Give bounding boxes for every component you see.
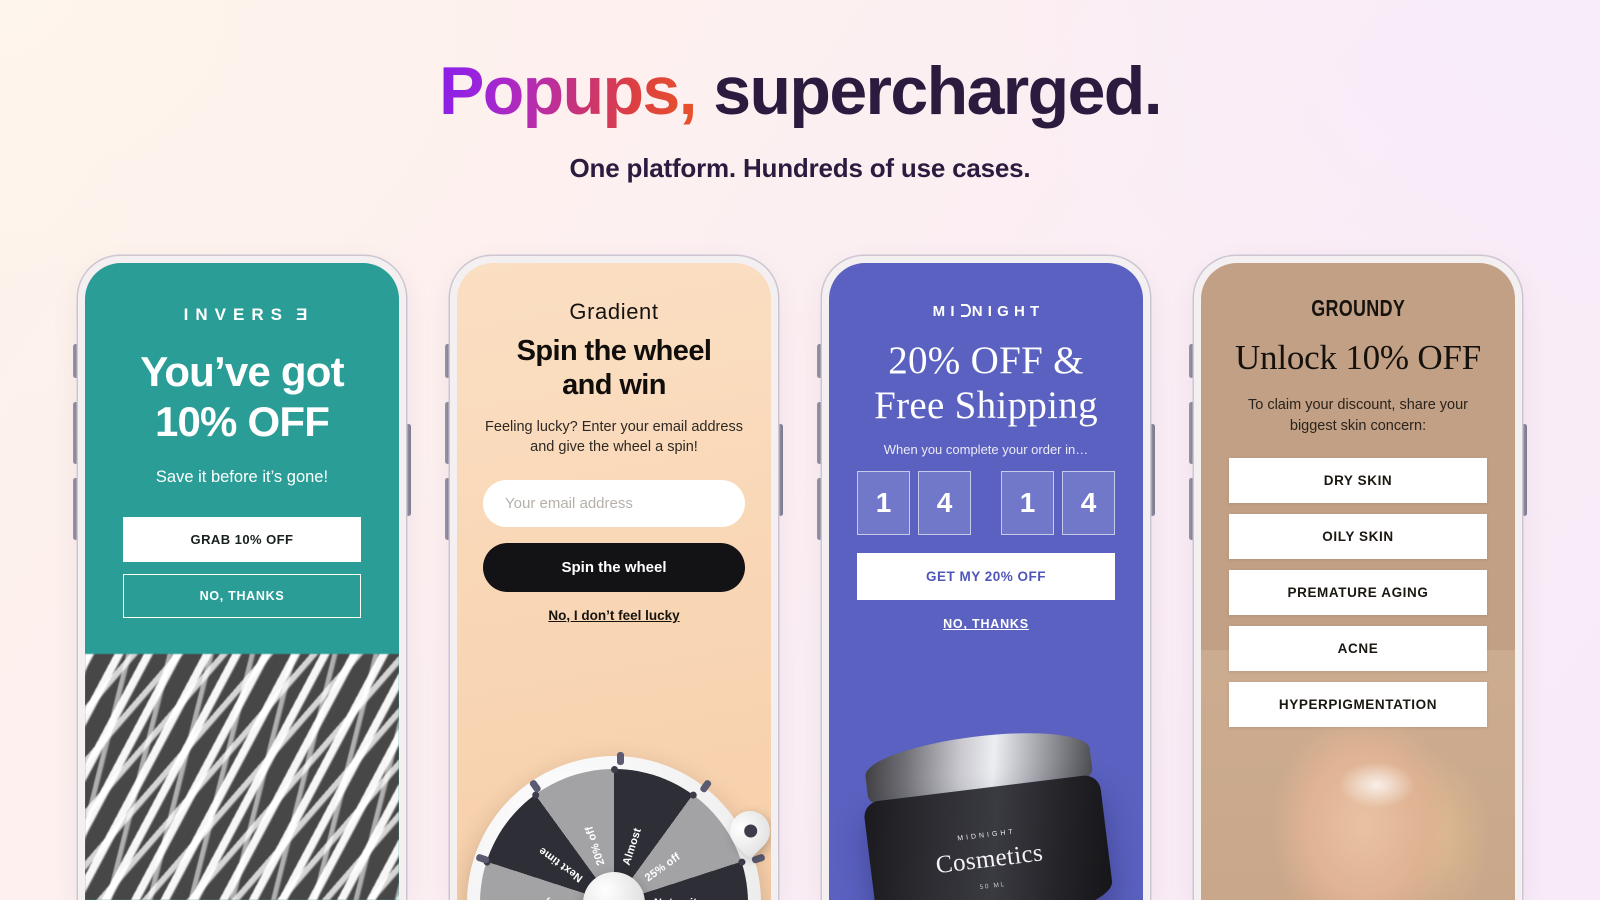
skin-concern-option[interactable]: ACNE: [1229, 626, 1487, 672]
email-input[interactable]: [483, 479, 745, 527]
popup-content: Gradient Spin the wheel and win Feeling …: [457, 263, 771, 623]
palm-shadow-photo: [85, 654, 399, 900]
popup-headline-line2: 10% OFF: [154, 397, 330, 445]
wheel-segment-label: 20% off: [583, 824, 608, 867]
brand-logo-suffix: NIGHT: [971, 303, 1045, 320]
brand-logo: MI NIGHT: [855, 303, 1117, 320]
popup-subtext: Feeling lucky? Enter your email address …: [485, 419, 743, 455]
spin-wheel-button[interactable]: Spin the wheel: [483, 542, 745, 592]
popup-subtext: When you complete your order in…: [883, 442, 1089, 458]
page-root: Popups, supercharged. One platform. Hund…: [0, 0, 1600, 900]
wheel-tick: [699, 778, 713, 794]
wheel-segment-label: Next time: [536, 844, 586, 885]
countdown-digit: 1: [1001, 471, 1054, 536]
phone-mockup-midnight: MI NIGHT 20% OFF & Free Shipping When you…: [817, 256, 1155, 900]
decline-button[interactable]: NO, THANKS: [123, 574, 361, 619]
popup-content: GROUNDY Unlock 10% OFF To claim your dis…: [1201, 263, 1515, 728]
phone-screen: Gradient Spin the wheel and win Feeling …: [457, 263, 771, 900]
popup-headline: Spin the wheel and win: [483, 335, 745, 402]
wheel-segment-label: Almost: [620, 826, 644, 867]
brand-logo-text: INVERS: [183, 305, 289, 324]
countdown-digit: 4: [1062, 471, 1115, 536]
decline-button[interactable]: No, I don’t feel lucky: [548, 608, 679, 623]
page-title: Popups, supercharged.: [0, 53, 1600, 129]
headline-dark-part: supercharged.: [695, 53, 1162, 129]
phone-mockup-gradient: Gradient Spin the wheel and win Feeling …: [445, 256, 783, 900]
phone-frame: MI NIGHT 20% OFF & Free Shipping When you…: [822, 256, 1150, 900]
prize-wheel[interactable]: Almost25% offNot quiteFree shippingSo cl…: [467, 751, 771, 900]
skin-concern-options: DRY SKIN OILY SKIN PREMATURE AGING ACNE HYPE…: [1227, 458, 1489, 728]
wheel-segment-label: 25% off: [642, 850, 683, 885]
skin-concern-option[interactable]: HYPERPIGMENTATION: [1229, 682, 1487, 728]
decline-button[interactable]: NO, THANKS: [943, 617, 1029, 631]
popup-subtext: Save it before it’s gone!: [155, 468, 329, 487]
wheel-tick: [617, 751, 624, 765]
phone-frame: INVERSE You’ve got 10% OFF Save it befor…: [78, 256, 406, 900]
popup-headline-line2: Free Shipping: [874, 384, 1098, 428]
brand-logo: Gradient: [569, 299, 659, 324]
popup-actions: GRAB 10% OFF NO, THANKS: [115, 517, 369, 619]
page-subtitle: One platform. Hundreds of use cases.: [569, 153, 1031, 184]
skin-concern-option[interactable]: DRY SKIN: [1229, 458, 1487, 504]
phone-screen: MI NIGHT 20% OFF & Free Shipping When you…: [829, 263, 1143, 900]
popup-headline-line2: and win: [562, 368, 666, 401]
phone-showcase-row: INVERSE You’ve got 10% OFF Save it befor…: [0, 256, 1600, 900]
cosmetics-jar-photo: MIDNIGHT Cosmetics 50 ML: [856, 722, 1116, 900]
page-header: Popups, supercharged. One platform. Hund…: [0, 0, 1600, 184]
popup-content: INVERSE You’ve got 10% OFF Save it befor…: [85, 263, 399, 619]
countdown-digit: 4: [918, 471, 971, 536]
power-button[interactable]: [1522, 424, 1527, 516]
countdown-digit: 1: [857, 471, 910, 536]
phone-mockup-groundy: GROUNDY Unlock 10% OFF To claim your dis…: [1189, 256, 1527, 900]
get-discount-button[interactable]: GET MY 20% OFF: [857, 553, 1115, 601]
phone-frame: GROUNDY Unlock 10% OFF To claim your dis…: [1194, 256, 1522, 900]
popup-headline-line1: Spin the wheel: [516, 335, 712, 367]
crescent-moon-icon: [960, 304, 971, 317]
brand-logo-prefix: MI: [932, 303, 960, 320]
power-button[interactable]: [778, 424, 783, 516]
skin-concern-option[interactable]: PREMATURE AGING: [1229, 570, 1487, 616]
power-button[interactable]: [406, 424, 411, 516]
wheel-peg: [610, 765, 618, 773]
power-button[interactable]: [1150, 424, 1155, 516]
popup-content: MI NIGHT 20% OFF & Free Shipping When you…: [829, 263, 1143, 631]
phone-screen: GROUNDY Unlock 10% OFF To claim your dis…: [1201, 263, 1515, 900]
popup-headline: Unlock 10% OFF: [1234, 338, 1482, 377]
popup-headline-line1: 20% OFF &: [888, 339, 1084, 382]
brand-logo-flipped-letter: E: [288, 305, 308, 324]
headline-gradient-part: Popups,: [438, 53, 698, 129]
popup-subtext: To claim your discount, share your bigge…: [1247, 397, 1468, 434]
phone-mockup-inverse: INVERSE You’ve got 10% OFF Save it befor…: [73, 256, 411, 900]
phone-frame: Gradient Spin the wheel and win Feeling …: [450, 256, 778, 900]
brand-logo: INVERSE: [115, 305, 369, 325]
popup-headline: 20% OFF & Free Shipping: [855, 338, 1117, 428]
countdown-timer: 1414: [855, 471, 1117, 536]
brand-logo-row: GROUNDY: [1227, 295, 1489, 322]
brand-logo: GROUNDY: [1311, 295, 1405, 321]
grab-discount-button[interactable]: GRAB 10% OFF: [123, 517, 361, 563]
phone-screen: INVERSE You’ve got 10% OFF Save it befor…: [85, 263, 399, 900]
popup-headline: You’ve got 10% OFF: [115, 347, 369, 446]
skin-concern-option[interactable]: OILY SKIN: [1229, 514, 1487, 560]
popup-headline-line1: You’ve got: [140, 348, 344, 395]
